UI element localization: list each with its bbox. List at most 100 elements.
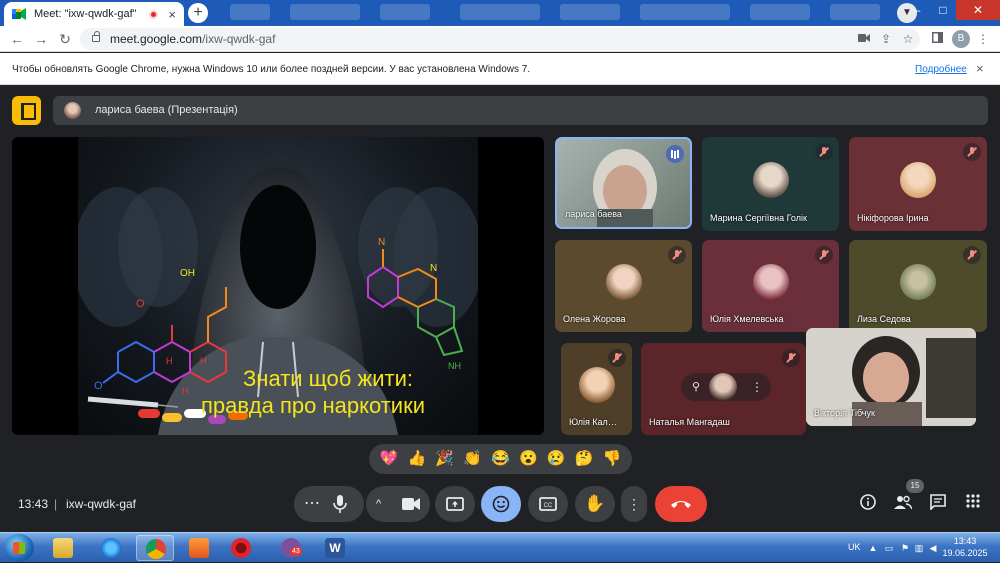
tray-clock[interactable]: 13:43 19.06.2025 — [940, 535, 990, 559]
update-infobar: Чтобы обновлять Google Chrome, нужна Win… — [0, 53, 1000, 85]
taskbar-word[interactable]: W — [316, 535, 354, 561]
language-indicator[interactable]: UK — [848, 542, 861, 552]
infobar-close-icon[interactable]: × — [976, 61, 984, 76]
forward-arrow-icon[interactable]: → — [32, 30, 50, 48]
reload-icon[interactable]: ↻ — [56, 30, 74, 48]
raise-hand-icon: ✋ — [584, 494, 606, 513]
participant-tile[interactable]: Юлія Кал… — [561, 343, 632, 435]
minimize-button[interactable]: – — [904, 0, 930, 20]
pin-icon[interactable]: ⚲ — [688, 379, 704, 395]
back-arrow-icon[interactable]: ← — [8, 30, 26, 48]
taskbar-chrome[interactable] — [136, 535, 174, 561]
reaction-thinking-icon[interactable]: 🤔 — [575, 444, 594, 474]
muted-mic-icon — [782, 349, 800, 367]
self-view-tile[interactable]: Вікторія Тібчук — [806, 328, 976, 426]
lock-icon[interactable] — [92, 31, 100, 42]
share-icon[interactable]: ⇪ — [878, 31, 894, 47]
new-tab-button[interactable]: + — [188, 3, 208, 23]
start-button[interactable] — [4, 534, 34, 562]
participant-tile[interactable]: Нікіфорова Ірина — [849, 137, 987, 231]
participant-avatar — [709, 373, 737, 401]
reaction-laugh-icon[interactable]: 😂 — [491, 444, 510, 474]
send-reaction-button[interactable] — [481, 486, 521, 522]
chat-icon[interactable] — [928, 494, 948, 514]
taskbar-opera[interactable] — [222, 535, 260, 561]
reaction-thumbs-down-icon[interactable]: 👎 — [603, 444, 622, 474]
participant-name: Олена Жорова — [563, 314, 626, 324]
network-icon[interactable]: ▥ — [914, 543, 924, 553]
background-tab-blur — [640, 4, 730, 20]
google-meet-icon — [12, 8, 26, 20]
volume-icon[interactable]: ◀ — [928, 543, 938, 553]
svg-text:CC: CC — [544, 503, 553, 509]
captions-button[interactable]: CC — [528, 486, 568, 522]
reaction-heart-icon[interactable]: 💖 — [380, 444, 399, 474]
leave-call-button[interactable] — [655, 486, 707, 522]
profile-avatar[interactable]: B — [952, 30, 970, 48]
presentation-banner[interactable]: лариса баева (Презентація) — [53, 96, 988, 125]
microphone-button[interactable]: ⋯ — [294, 486, 364, 522]
present-screen-button[interactable] — [435, 486, 475, 522]
reaction-party-icon[interactable]: 🎉 — [435, 444, 454, 474]
presentation-stage[interactable]: OH O O H H H N NH N Знати щоб жити: прав… — [12, 137, 544, 435]
reaction-clap-icon[interactable]: 👏 — [463, 444, 482, 474]
background-tab-blur — [560, 4, 620, 20]
background-tab-blur — [230, 4, 270, 20]
bookmark-star-icon[interactable]: ☆ — [900, 31, 916, 47]
raise-hand-button[interactable]: ✋ — [575, 486, 615, 522]
background-tab-blur — [750, 4, 810, 20]
background-tab-blur — [290, 4, 360, 20]
participant-tile[interactable]: Олена Жорова — [555, 240, 692, 332]
participant-avatar — [900, 162, 936, 198]
emoji-icon — [492, 495, 510, 513]
audio-options-icon[interactable]: ⋯ — [304, 486, 320, 522]
taskbar-internet-explorer[interactable] — [92, 535, 130, 561]
participant-tile[interactable]: Марина Сергіївна Голік — [702, 137, 839, 231]
more-options-button[interactable]: ⋮ — [621, 486, 647, 522]
camera-button[interactable]: ^ — [366, 486, 430, 522]
browser-menu-icon[interactable]: ⋮ — [975, 31, 991, 47]
participant-name: лариса баева — [565, 209, 622, 219]
tile-more-options-icon[interactable]: ⋮ — [749, 379, 765, 395]
meeting-code: ixw-qwdk-gaf — [66, 497, 137, 511]
taskbar-viber[interactable]: 43 — [272, 535, 310, 561]
video-camera-icon — [402, 498, 420, 510]
taskbar-explorer[interactable] — [44, 535, 82, 561]
background-tab-blur — [380, 4, 430, 20]
flag-icon[interactable]: ⚑ — [900, 543, 910, 553]
participant-tile[interactable]: Юлія Хмелевська — [702, 240, 839, 332]
meeting-clock: 13:43 — [18, 497, 49, 511]
camera-icon[interactable] — [856, 31, 872, 47]
participant-tile[interactable]: лариса баева — [555, 137, 692, 229]
presentation-icon[interactable] — [12, 96, 41, 125]
participant-name: Наталья Мангадаш — [649, 417, 730, 427]
closed-captions-icon: CC — [539, 497, 557, 511]
browser-tab-strip: Meet: "ixw-qwdk-gaf" × + ▼ – □ ✕ — [0, 0, 1000, 26]
infobar-learn-more-link[interactable]: Подробнее — [915, 64, 967, 75]
address-bar[interactable]: meet.google.com/ixw-qwdk-gaf — [80, 28, 920, 50]
muted-mic-icon — [963, 143, 981, 161]
people-icon[interactable] — [893, 494, 913, 514]
participant-name: Юлія Хмелевська — [710, 314, 784, 324]
taskbar-media-player[interactable] — [180, 535, 218, 561]
chem-label: N — [378, 237, 385, 248]
muted-mic-icon — [815, 246, 833, 264]
tray-time: 13:43 — [953, 536, 977, 546]
reaction-thumbs-up-icon[interactable]: 👍 — [407, 444, 426, 474]
participant-name: Нікіфорова Ірина — [857, 213, 929, 223]
reaction-sad-icon[interactable]: 😢 — [547, 444, 566, 474]
tab-close-icon[interactable]: × — [168, 7, 176, 22]
background-tab-blur — [460, 4, 540, 20]
active-tab[interactable]: Meet: "ixw-qwdk-gaf" × — [4, 2, 184, 26]
participant-tile[interactable]: Лиза Седова — [849, 240, 987, 332]
side-panel-icon[interactable] — [929, 31, 945, 47]
close-window-button[interactable]: ✕ — [956, 0, 1000, 20]
maximize-button[interactable]: □ — [930, 0, 956, 20]
keyboard-icon[interactable]: ▭ — [884, 543, 894, 553]
show-hidden-icons-icon[interactable]: ▲ — [868, 543, 878, 553]
participant-tile[interactable]: ⚲ ⋮ Наталья Мангадаш — [641, 343, 806, 435]
chevron-up-icon[interactable]: ^ — [376, 486, 381, 522]
meeting-info-icon[interactable] — [858, 494, 878, 514]
activities-icon[interactable] — [963, 494, 983, 514]
reaction-surprised-icon[interactable]: 😮 — [519, 444, 538, 474]
